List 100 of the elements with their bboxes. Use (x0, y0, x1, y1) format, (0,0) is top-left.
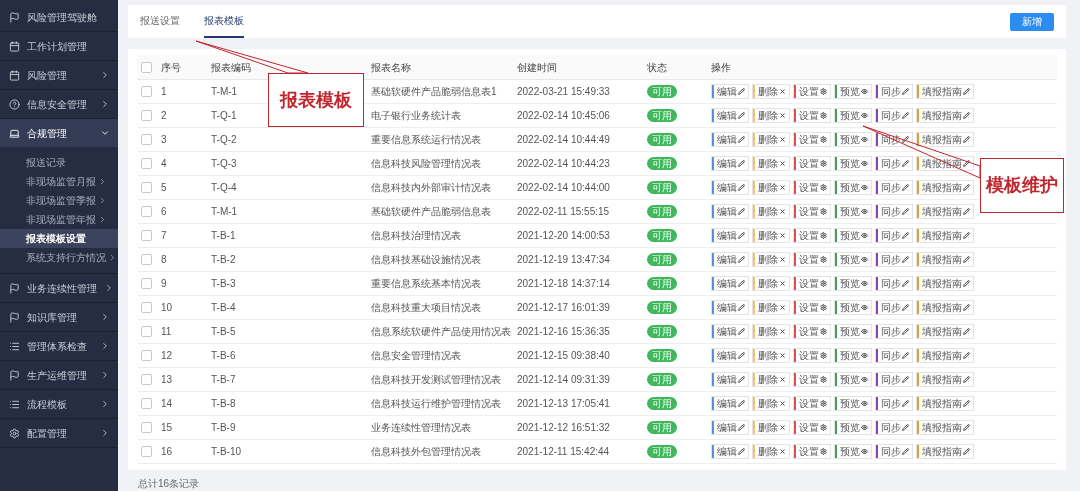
checkbox[interactable] (141, 350, 152, 361)
action-button[interactable]: 预览 (834, 396, 872, 411)
action-button[interactable]: 删除 (752, 228, 790, 243)
action-button[interactable]: 填报指南 (916, 444, 974, 459)
action-button[interactable]: 填报指南 (916, 228, 974, 243)
action-button[interactable]: 设置 (793, 156, 831, 171)
action-button[interactable]: 删除 (752, 348, 790, 363)
checkbox[interactable] (141, 134, 152, 145)
action-button[interactable]: 设置 (793, 444, 831, 459)
action-button[interactable]: 编辑 (711, 324, 749, 339)
action-button[interactable]: 编辑 (711, 108, 749, 123)
action-button[interactable]: 删除 (752, 372, 790, 387)
action-button[interactable]: 编辑 (711, 156, 749, 171)
action-button[interactable]: 删除 (752, 84, 790, 99)
action-button[interactable]: 编辑 (711, 372, 749, 387)
checkbox[interactable] (141, 278, 152, 289)
submenu-item[interactable]: 非现场监管季报 (0, 191, 118, 210)
action-button[interactable]: 同步 (875, 372, 913, 387)
action-button[interactable]: 设置 (793, 228, 831, 243)
checkbox[interactable] (141, 158, 152, 169)
action-button[interactable]: 设置 (793, 324, 831, 339)
action-button[interactable]: 设置 (793, 84, 831, 99)
checkbox[interactable] (141, 398, 152, 409)
sidebar-item[interactable]: 业务连续性管理 (0, 274, 118, 302)
sidebar-item[interactable]: 工作计划管理 (0, 32, 118, 60)
action-button[interactable]: 设置 (793, 396, 831, 411)
action-button[interactable]: 删除 (752, 396, 790, 411)
checkbox[interactable] (141, 446, 152, 457)
action-button[interactable]: 删除 (752, 420, 790, 435)
action-button[interactable]: 删除 (752, 204, 790, 219)
checkbox[interactable] (141, 230, 152, 241)
sidebar-item[interactable]: 知识库管理 (0, 303, 118, 331)
sidebar-item[interactable]: 配置管理 (0, 419, 118, 447)
action-button[interactable]: 填报指南 (916, 324, 974, 339)
action-button[interactable]: 预览 (834, 420, 872, 435)
action-button[interactable]: 删除 (752, 132, 790, 147)
checkbox[interactable] (141, 182, 152, 193)
action-button[interactable]: 填报指南 (916, 372, 974, 387)
sidebar-item[interactable]: 风险管理驾驶舱 (0, 3, 118, 31)
sidebar-item[interactable]: 生产运维管理 (0, 361, 118, 389)
action-button[interactable]: 同步 (875, 84, 913, 99)
action-button[interactable]: 同步 (875, 348, 913, 363)
action-button[interactable]: 删除 (752, 324, 790, 339)
checkbox[interactable] (141, 110, 152, 121)
action-button[interactable]: 同步 (875, 420, 913, 435)
action-button[interactable]: 同步 (875, 324, 913, 339)
tab[interactable]: 报表模板 (204, 5, 244, 38)
sidebar-item[interactable]: 合规管理 (0, 119, 118, 147)
action-button[interactable]: 编辑 (711, 132, 749, 147)
action-button[interactable]: 编辑 (711, 204, 749, 219)
action-button[interactable]: 填报指南 (916, 396, 974, 411)
checkbox[interactable] (141, 422, 152, 433)
action-button[interactable]: 同步 (875, 276, 913, 291)
checkbox[interactable] (141, 302, 152, 313)
action-button[interactable]: 预览 (834, 444, 872, 459)
action-button[interactable]: 同步 (875, 444, 913, 459)
checkbox[interactable] (141, 206, 152, 217)
action-button[interactable]: 同步 (875, 180, 913, 195)
action-button[interactable]: 同步 (875, 396, 913, 411)
action-button[interactable]: 预览 (834, 372, 872, 387)
action-button[interactable]: 设置 (793, 348, 831, 363)
action-button[interactable]: 填报指南 (916, 108, 974, 123)
submenu-item[interactable]: 系统支持行方情况 (0, 248, 118, 267)
action-button[interactable]: 填报指南 (916, 204, 974, 219)
action-button[interactable]: 编辑 (711, 252, 749, 267)
action-button[interactable]: 设置 (793, 132, 831, 147)
action-button[interactable]: 设置 (793, 108, 831, 123)
checkbox[interactable] (141, 254, 152, 265)
action-button[interactable]: 预览 (834, 276, 872, 291)
action-button[interactable]: 预览 (834, 84, 872, 99)
action-button[interactable]: 预览 (834, 204, 872, 219)
action-button[interactable]: 设置 (793, 300, 831, 315)
action-button[interactable]: 同步 (875, 252, 913, 267)
action-button[interactable]: 同步 (875, 156, 913, 171)
action-button[interactable]: 设置 (793, 180, 831, 195)
action-button[interactable]: 删除 (752, 252, 790, 267)
action-button[interactable]: 填报指南 (916, 276, 974, 291)
tab[interactable]: 报送设置 (140, 5, 180, 38)
submenu-item[interactable]: 报送记录 (0, 153, 118, 172)
checkbox[interactable] (141, 374, 152, 385)
action-button[interactable]: 填报指南 (916, 252, 974, 267)
action-button[interactable]: 填报指南 (916, 84, 974, 99)
action-button[interactable]: 预览 (834, 156, 872, 171)
action-button[interactable]: 填报指南 (916, 420, 974, 435)
action-button[interactable]: 预览 (834, 252, 872, 267)
action-button[interactable]: 填报指南 (916, 348, 974, 363)
submenu-item[interactable]: 非现场监管年报 (0, 210, 118, 229)
action-button[interactable]: 编辑 (711, 228, 749, 243)
checkbox[interactable] (141, 326, 152, 337)
action-button[interactable]: 删除 (752, 300, 790, 315)
action-button[interactable]: 编辑 (711, 348, 749, 363)
action-button[interactable]: 设置 (793, 252, 831, 267)
sidebar-item[interactable]: 管理体系检查 (0, 332, 118, 360)
action-button[interactable]: 编辑 (711, 396, 749, 411)
action-button[interactable]: 填报指南 (916, 180, 974, 195)
action-button[interactable]: 设置 (793, 276, 831, 291)
action-button[interactable]: 删除 (752, 108, 790, 123)
action-button[interactable]: 填报指南 (916, 132, 974, 147)
action-button[interactable]: 编辑 (711, 420, 749, 435)
checkbox[interactable] (141, 61, 152, 73)
